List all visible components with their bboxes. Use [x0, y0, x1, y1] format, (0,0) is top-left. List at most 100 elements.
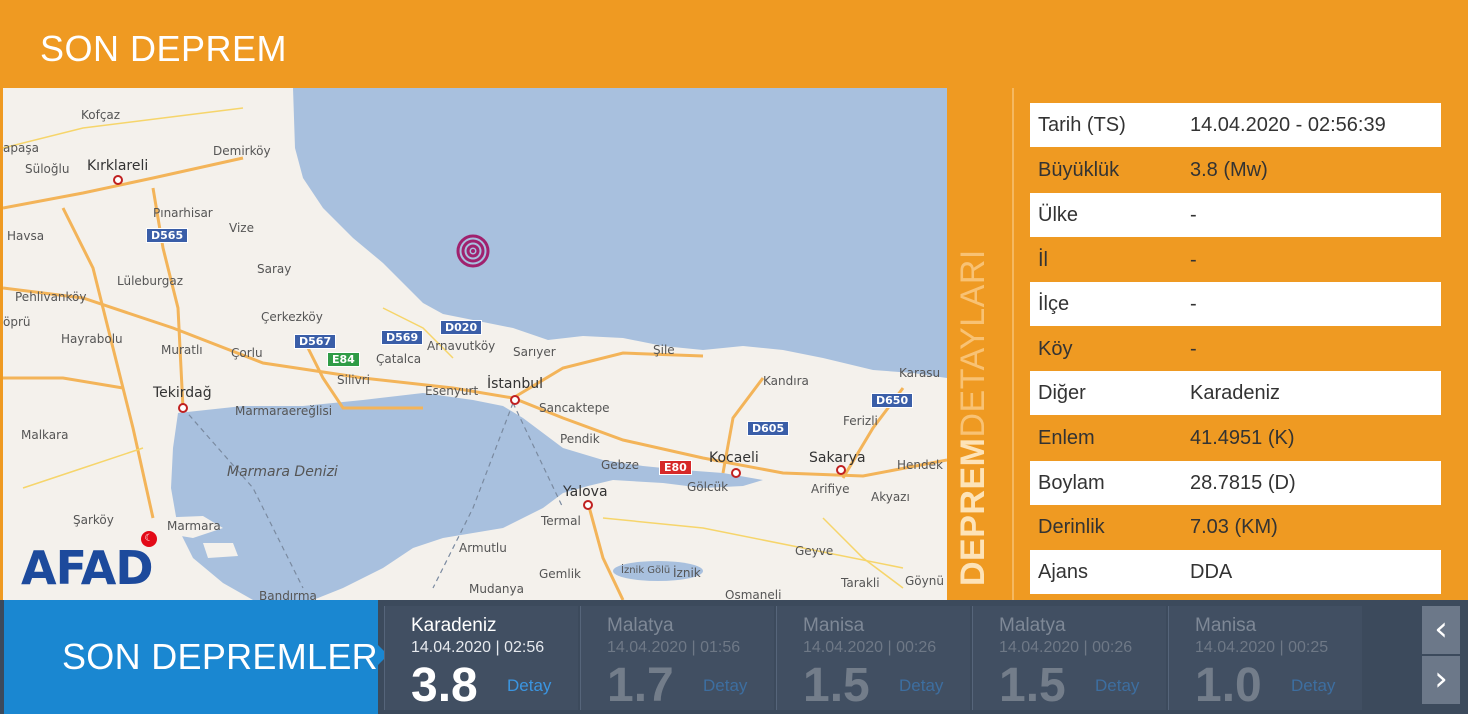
- detail-row-magnitude: Büyüklük 3.8 (Mw): [1030, 148, 1441, 192]
- road-shield: D569: [381, 330, 424, 345]
- road-shield: D650: [871, 393, 914, 408]
- detail-label: Boylam: [1038, 471, 1105, 494]
- detail-row-country: Ülke -: [1030, 193, 1441, 237]
- map-label: Marmara: [167, 519, 221, 533]
- page-title: SON DEPREM: [40, 28, 288, 69]
- map-label: Ferizli: [843, 414, 878, 428]
- detail-label: İlçe: [1038, 292, 1070, 315]
- map-label: Muratlı: [161, 343, 203, 357]
- road-shield: D565: [146, 228, 189, 243]
- map-label: İstanbul: [487, 376, 544, 392]
- header-bar: SON DEPREM: [0, 0, 1468, 88]
- map-label: Akyazı: [871, 490, 910, 504]
- map-label: Lüleburgaz: [117, 274, 184, 288]
- afad-logo: AFAD: [21, 541, 154, 595]
- detail-label: Köy: [1038, 337, 1073, 360]
- detail-value: -: [1190, 203, 1197, 226]
- detail-label: Ülke: [1038, 203, 1079, 226]
- map-label: Sakarya: [809, 450, 866, 466]
- map-label: Marmara Denizi: [227, 464, 338, 480]
- map-label: Marmaraereğlisi: [235, 404, 333, 418]
- road-shield: E80: [659, 460, 692, 475]
- map-label: Kandıra: [763, 374, 809, 388]
- map-label: Pınarhisar: [153, 206, 213, 220]
- map-label: Termal: [541, 514, 581, 528]
- map-label: Süloğlu: [25, 162, 70, 176]
- quake-magnitude: 1.0: [1195, 659, 1262, 712]
- detail-value: 3.8 (Mw): [1190, 158, 1268, 181]
- map-label: Tekirdağ: [153, 385, 212, 401]
- quake-card[interactable]: Karadeniz 14.04.2020 | 02:56 3.8 Detay: [384, 606, 578, 712]
- detail-value: 41.4951 (K): [1190, 426, 1295, 449]
- quake-place: Malatya: [607, 615, 674, 636]
- prev-arrow-button[interactable]: ‹: [1422, 606, 1460, 654]
- detail-value: -: [1190, 248, 1197, 271]
- detail-label: Tarih (TS): [1038, 113, 1126, 136]
- map-label: Mudanya: [469, 582, 524, 596]
- detail-label: Ajans: [1038, 560, 1089, 583]
- detail-row-village: Köy -: [1030, 327, 1441, 371]
- map-label: Tarakli: [841, 576, 880, 590]
- detail-row-other: Diğer Karadeniz: [1030, 371, 1441, 415]
- map-label: Gebze: [601, 458, 639, 472]
- map-label: Arnavutköy: [427, 339, 496, 353]
- map-label: Geyve: [795, 544, 834, 558]
- quake-datetime: 14.04.2020 | 00:25: [1195, 639, 1329, 656]
- map-label: Demirköy: [213, 144, 271, 158]
- road-shield: D567: [294, 334, 337, 349]
- map-label: Şarköy: [73, 513, 114, 527]
- detail-label: İl: [1038, 248, 1048, 271]
- map-label: İznik Gölü: [621, 565, 671, 576]
- map-label: öprü: [3, 315, 31, 329]
- map-label: Kocaeli: [709, 450, 759, 466]
- map-label: Armutlu: [459, 541, 507, 555]
- quake-magnitude: 3.8: [411, 659, 478, 712]
- detail-value: 7.03 (KM): [1190, 515, 1278, 538]
- detail-link[interactable]: Detay: [1291, 676, 1335, 696]
- map-label: apaşa: [3, 141, 39, 155]
- detail-value: DDA: [1190, 560, 1233, 583]
- detail-row-agency: Ajans DDA: [1030, 550, 1441, 594]
- detail-value: 14.04.2020 - 02:56:39: [1190, 113, 1386, 136]
- quake-card[interactable]: Manisa 14.04.2020 | 00:25 1.0 Detay: [1168, 606, 1362, 712]
- detail-row-latitude: Enlem 41.4951 (K): [1030, 416, 1441, 460]
- detail-value: -: [1190, 292, 1197, 315]
- road-shield: E84: [327, 352, 360, 367]
- quake-card[interactable]: Malatya 14.04.2020 | 01:56 1.7 Detay: [580, 606, 774, 712]
- turkish-flag-icon: ☾: [141, 531, 157, 547]
- quake-magnitude: 1.5: [999, 659, 1066, 712]
- detail-row-depth: Derinlik 7.03 (KM): [1030, 505, 1441, 549]
- map-label: Bandırma: [259, 589, 317, 600]
- quake-datetime: 14.04.2020 | 01:56: [607, 639, 741, 656]
- map-label: Havsa: [7, 229, 45, 243]
- next-arrow-button[interactable]: ›: [1422, 656, 1460, 704]
- detail-link[interactable]: Detay: [703, 676, 747, 696]
- detail-link[interactable]: Detay: [899, 676, 943, 696]
- quake-card[interactable]: Malatya 14.04.2020 | 00:26 1.5 Detay: [972, 606, 1166, 712]
- map-label: Çorlu: [231, 346, 263, 360]
- map-label: Vize: [229, 221, 254, 235]
- map-label: Hayrabolu: [61, 332, 123, 346]
- detail-label: Diğer: [1038, 381, 1086, 404]
- map-label: İznik: [673, 566, 701, 580]
- detail-value: Karadeniz: [1190, 381, 1281, 404]
- map-label: Gölcük: [687, 480, 729, 494]
- detail-value: 28.7815 (D): [1190, 471, 1296, 494]
- map-label: Esenyurt: [425, 384, 479, 398]
- quake-datetime: 14.04.2020 | 00:26: [803, 639, 937, 656]
- map-label: Malkara: [21, 428, 69, 442]
- map-label: Silivri: [337, 373, 370, 387]
- quake-datetime: 14.04.2020 | 02:56: [411, 639, 545, 656]
- detail-link[interactable]: Detay: [1095, 676, 1139, 696]
- quake-place: Manisa: [803, 615, 865, 636]
- map-label: Gemlik: [539, 567, 581, 581]
- detail-link[interactable]: Detay: [507, 676, 551, 696]
- recent-quakes-title: SON DEPREMLER: [62, 636, 378, 677]
- detail-value: -: [1190, 337, 1197, 360]
- quake-place: Karadeniz: [411, 615, 497, 636]
- earthquake-map[interactable]: Kofçaz Demirköy Kırklareli apaşa Süloğlu…: [3, 88, 947, 600]
- map-label: Göynü: [905, 574, 944, 588]
- detail-label: Enlem: [1038, 426, 1095, 449]
- quake-card[interactable]: Manisa 14.04.2020 | 00:26 1.5 Detay: [776, 606, 970, 712]
- map-label: Pendik: [560, 432, 600, 446]
